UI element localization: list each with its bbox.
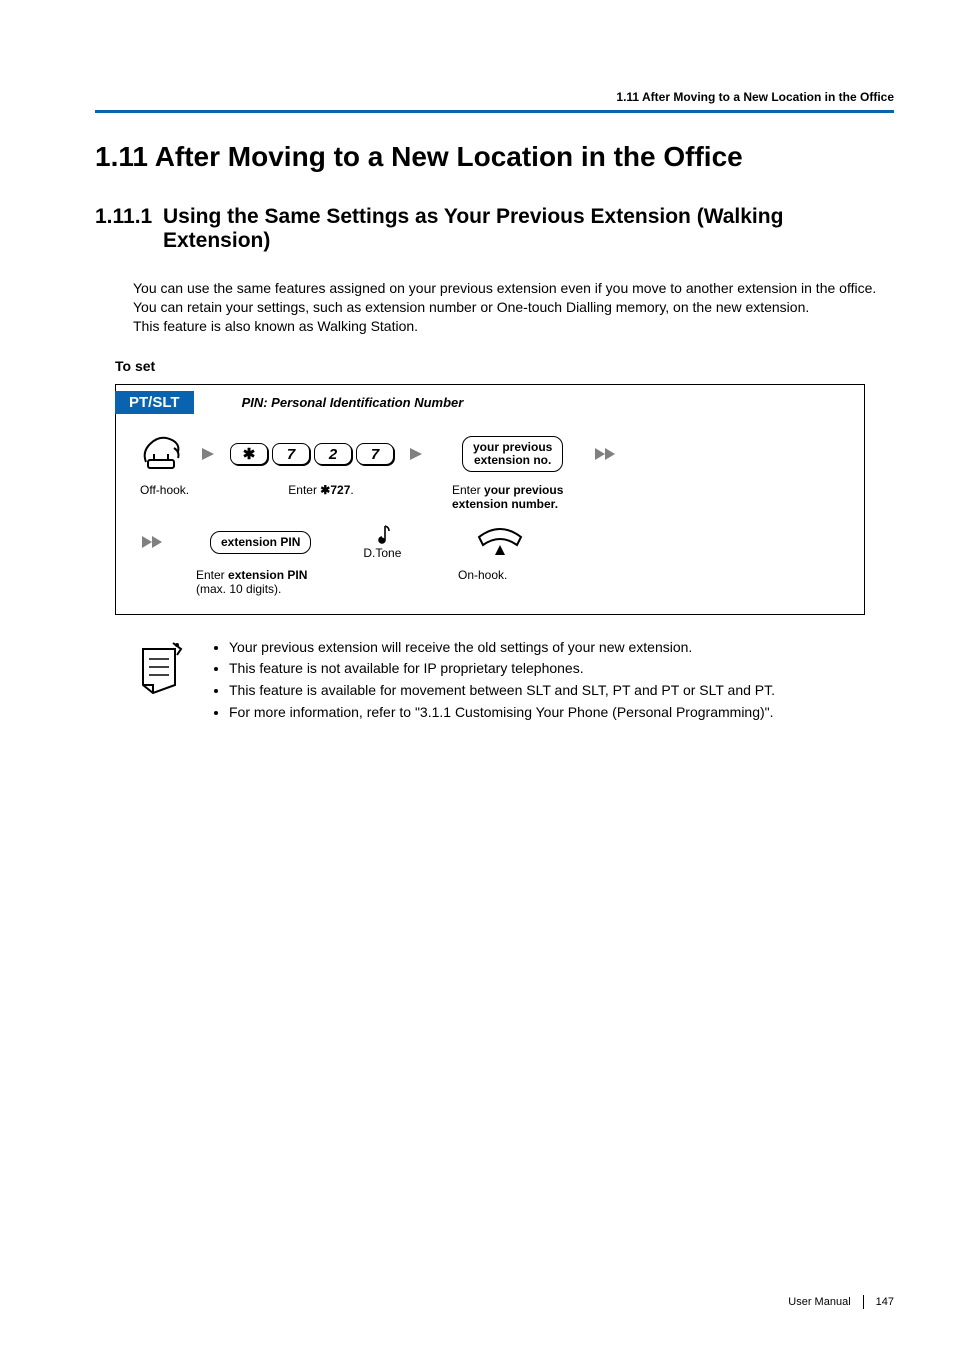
onhook-label: On-hook. xyxy=(458,568,538,582)
running-header: 1.11 After Moving to a New Location in t… xyxy=(95,90,894,104)
continue-arrow-icon xyxy=(593,446,617,462)
header-rule xyxy=(95,110,894,113)
arrow-icon xyxy=(408,446,424,462)
enter-suffix: . xyxy=(350,483,353,497)
offhook-label: Off-hook. xyxy=(140,483,200,497)
enter-727-label: Enter ✱727. xyxy=(236,483,406,497)
key-star: ✱ xyxy=(230,443,268,465)
prev-ext-line2: extension no. xyxy=(474,453,551,467)
prev-ext-line1: your previous xyxy=(473,440,552,454)
music-note-icon xyxy=(373,524,391,546)
enter-pin-b: extension PIN xyxy=(228,568,307,582)
enter-pin-a: Enter xyxy=(196,568,228,582)
key-sequence-727: ✱ 7 2 7 xyxy=(230,443,394,465)
enter-prefix: Enter xyxy=(288,483,320,497)
intro-p3: This feature is also known as Walking St… xyxy=(133,317,894,336)
intro-p1: You can use the same features assigned o… xyxy=(133,279,894,298)
notepad-icon xyxy=(133,637,193,724)
enter-pin-c: (max. 10 digits). xyxy=(196,582,281,596)
footer-page-number: 147 xyxy=(876,1296,894,1308)
note-item: Your previous extension will receive the… xyxy=(229,637,775,659)
to-set-heading: To set xyxy=(115,358,894,374)
notes-list: Your previous extension will receive the… xyxy=(211,637,775,724)
previous-extension-box: your previous extension no. xyxy=(462,436,563,472)
notes-block: Your previous extension will receive the… xyxy=(133,637,894,724)
intro-text: You can use the same features assigned o… xyxy=(133,279,894,336)
pin-definition: PIN: Personal Identification Number xyxy=(242,395,464,410)
subsection-title: 1.11.1 Using the Same Settings as Your P… xyxy=(95,205,894,253)
subsection-text: Using the Same Settings as Your Previous… xyxy=(163,205,894,253)
pt-slt-badge: PT/SLT xyxy=(115,391,194,414)
subsection-number: 1.11.1 xyxy=(95,205,163,253)
footer-separator xyxy=(863,1295,864,1309)
note-item: This feature is not available for IP pro… xyxy=(229,658,775,680)
procedure-diagram: PT/SLT PIN: Personal Identification Numb… xyxy=(115,384,865,615)
key-7: 7 xyxy=(356,443,394,465)
onhook-icon xyxy=(475,523,525,562)
section-title: 1.11 After Moving to a New Location in t… xyxy=(95,141,894,173)
enter-prev-a: Enter xyxy=(452,483,484,497)
page-footer: User Manual 147 xyxy=(788,1295,894,1309)
key-2: 2 xyxy=(314,443,352,465)
enter-prev-b: your previous xyxy=(484,483,563,497)
enter-ext-pin-label: Enter extension PIN (max. 10 digits). xyxy=(196,568,346,596)
key-7: 7 xyxy=(272,443,310,465)
note-item: For more information, refer to "3.1.1 Cu… xyxy=(229,702,775,724)
offhook-icon xyxy=(140,432,186,477)
continue-arrow-icon xyxy=(140,534,164,550)
intro-p2: You can retain your settings, such as ex… xyxy=(133,298,894,317)
footer-manual: User Manual xyxy=(788,1296,850,1308)
enter-prev-c: extension number. xyxy=(452,497,558,511)
enter-code: ✱727 xyxy=(320,483,350,497)
note-item: This feature is available for movement b… xyxy=(229,680,775,702)
extension-pin-box: extension PIN xyxy=(210,531,311,554)
dtone-step: D.Tone xyxy=(363,524,401,560)
arrow-icon xyxy=(200,446,216,462)
dtone-label: D.Tone xyxy=(363,546,401,560)
enter-prev-ext-label: Enter your previous extension number. xyxy=(452,483,602,511)
